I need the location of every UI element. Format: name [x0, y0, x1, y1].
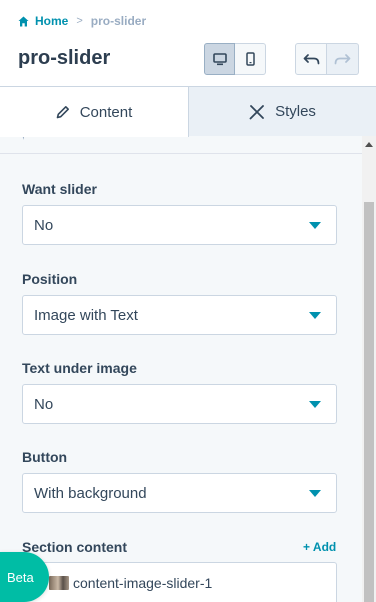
redo-button[interactable] [327, 43, 359, 75]
chevron-down-icon [309, 490, 321, 497]
scrollbar-thumb[interactable] [364, 202, 374, 602]
brush-icon [249, 104, 264, 119]
breadcrumb-current: pro-slider [90, 14, 147, 28]
undo-button[interactable] [295, 43, 327, 75]
want-slider-label: Want slider [22, 181, 97, 197]
section-content-item-label: content-image-slider-1 [73, 574, 213, 591]
button-select[interactable]: With background [22, 473, 337, 513]
desktop-preview-button[interactable] [204, 43, 235, 75]
section-content-item[interactable]: content-image-slider-1 [22, 562, 337, 602]
section-content-label: Section content [22, 539, 128, 555]
breadcrumb-home-label: Home [35, 14, 69, 28]
beta-badge-button[interactable]: Beta [0, 552, 49, 602]
breadcrumb-separator: > [76, 15, 83, 27]
chevron-down-icon [309, 312, 321, 319]
text-under-image-label: Text under image [22, 360, 137, 376]
chevron-down-icon [309, 401, 321, 408]
text-under-image-value: No [34, 395, 54, 413]
add-section-content-button[interactable]: + Add [303, 540, 336, 554]
position-select[interactable]: Image with Text [22, 295, 337, 335]
desktop-icon [212, 52, 227, 65]
tab-styles[interactable]: Styles [189, 86, 376, 136]
want-slider-value: No [34, 216, 54, 234]
content-settings-panel: , Want slider No Position Image with Tex… [0, 136, 362, 602]
breadcrumb-home-link[interactable]: Home [18, 14, 68, 28]
home-icon [18, 16, 29, 26]
want-slider-select[interactable]: No [22, 205, 337, 245]
device-preview-toggle [204, 43, 266, 75]
page-title: pro-slider [18, 47, 111, 69]
tab-styles-label: Styles [275, 103, 316, 120]
text-under-image-select[interactable]: No [22, 384, 337, 424]
image-thumbnail [49, 575, 69, 590]
redo-icon [334, 53, 351, 64]
position-value: Image with Text [34, 306, 138, 324]
scroll-up-arrow-icon[interactable] [365, 142, 373, 147]
button-label: Button [22, 449, 68, 465]
mobile-preview-button[interactable] [235, 43, 266, 75]
pencil-icon [56, 106, 69, 119]
section-divider [0, 153, 362, 154]
mobile-icon [245, 52, 255, 66]
editor-header: Home > pro-slider pro-slider [0, 0, 376, 86]
undo-icon [303, 53, 319, 64]
beta-label: Beta [7, 569, 34, 585]
editor-tabs: Content Styles [0, 86, 376, 137]
history-controls [295, 43, 359, 75]
chevron-down-icon [309, 222, 321, 229]
panel-scrollbar[interactable] [362, 136, 376, 602]
tab-content[interactable]: Content [0, 86, 189, 137]
breadcrumb: Home > pro-slider [18, 14, 146, 28]
button-value: With background [34, 484, 147, 502]
tab-content-label: Content [79, 103, 133, 121]
position-label: Position [22, 271, 78, 287]
